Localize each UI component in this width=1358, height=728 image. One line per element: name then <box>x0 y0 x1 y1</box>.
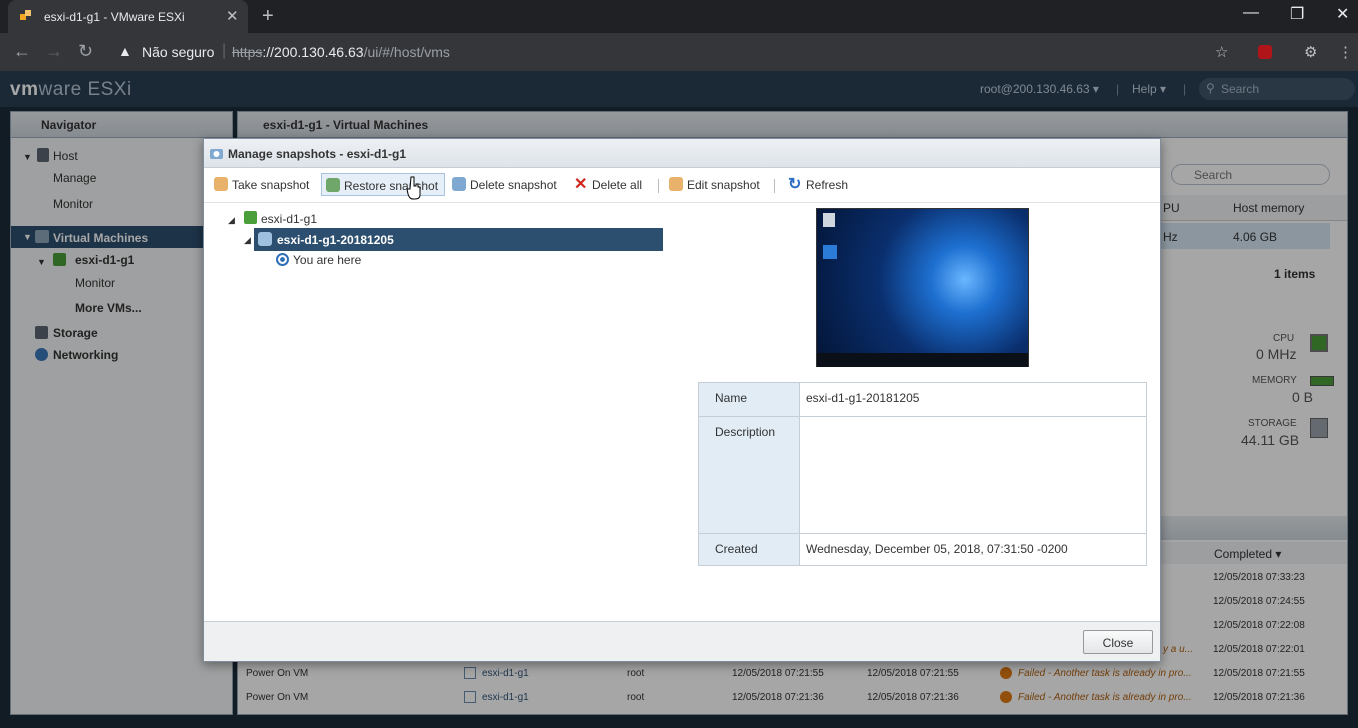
security-status: Não seguro <box>142 44 215 60</box>
name-label: Name <box>699 383 799 417</box>
close-tab-icon[interactable]: ✕ <box>226 7 239 25</box>
vm-powered-icon <box>244 211 257 224</box>
created-value: Wednesday, December 05, 2018, 07:31:50 -… <box>799 534 1146 565</box>
forward-icon[interactable]: → <box>45 41 63 62</box>
chrome-menu-icon[interactable]: ⋮ <box>1338 43 1353 61</box>
reload-icon[interactable]: ↻ <box>78 41 93 62</box>
browser-tab-bar: esxi-d1-g1 - VMware ESXi ✕ + — ❐ ✕ <box>0 0 1358 33</box>
delete-snapshot-button[interactable]: Delete snapshot <box>448 173 563 196</box>
take-snapshot-button[interactable]: Take snapshot <box>210 173 315 196</box>
address-bar[interactable]: ▲ Não seguro | https://200.130.46.63/ui/… <box>110 39 1246 66</box>
delete-all-icon: ✕ <box>574 176 588 193</box>
manage-snapshots-dialog: Manage snapshots - esxi-d1-g1 Take snaps… <box>203 138 1161 662</box>
snapshot-properties: Name esxi-d1-g1-20181205 Description Cre… <box>698 382 1147 566</box>
minimize-icon[interactable]: — <box>1243 4 1259 22</box>
ublock-extension-icon[interactable] <box>1258 45 1272 59</box>
snapshot-icon <box>210 149 223 159</box>
address-divider: | <box>222 42 227 59</box>
bookmark-star-icon[interactable]: ☆ <box>1215 43 1228 61</box>
browser-tab[interactable]: esxi-d1-g1 - VMware ESXi ✕ <box>8 0 248 33</box>
created-label: Created <box>699 534 799 565</box>
warning-icon: ▲ <box>118 43 132 59</box>
refresh-icon: ↻ <box>788 176 802 193</box>
hand-cursor-icon <box>406 176 421 200</box>
url-text: https://200.130.46.63/ui/#/host/vms <box>232 44 450 60</box>
tree-you-are-here[interactable]: You are here <box>293 253 361 267</box>
take-snapshot-icon <box>214 177 228 191</box>
edit-snapshot-icon <box>669 177 683 191</box>
restore-window-icon[interactable]: ❐ <box>1290 4 1304 24</box>
dialog-header: Manage snapshots - esxi-d1-g1 <box>204 139 1160 168</box>
browser-tab-title: esxi-d1-g1 - VMware ESXi <box>44 10 185 24</box>
extension-icon[interactable]: ⚙ <box>1304 43 1317 61</box>
description-value <box>799 417 1146 534</box>
recycle-bin-icon <box>823 213 835 227</box>
name-value: esxi-d1-g1-20181205 <box>799 383 1146 417</box>
toolbar-separator <box>658 179 659 193</box>
new-tab-icon[interactable]: + <box>262 5 274 28</box>
restore-snapshot-button[interactable]: Restore snapshot <box>321 173 446 196</box>
edge-icon <box>823 245 837 259</box>
edit-snapshot-button[interactable]: Edit snapshot <box>665 173 766 196</box>
dialog-title: Manage snapshots - esxi-d1-g1 <box>228 147 407 161</box>
description-label: Description <box>699 417 799 534</box>
delete-snapshot-icon <box>452 177 466 191</box>
back-icon[interactable]: ← <box>13 41 31 62</box>
windows-taskbar <box>817 353 1028 367</box>
close-button[interactable]: Close <box>1083 630 1153 654</box>
tree-root[interactable]: esxi-d1-g1 <box>261 212 317 226</box>
restore-snapshot-icon <box>326 178 340 192</box>
snapshot-node-icon <box>258 232 272 246</box>
vmware-favicon-icon <box>20 10 31 20</box>
delete-all-button[interactable]: ✕ Delete all <box>570 173 648 196</box>
collapse-root-icon[interactable]: ◢ <box>228 215 235 226</box>
snapshot-screenshot-thumbnail <box>816 208 1029 367</box>
close-window-icon[interactable]: ✕ <box>1336 4 1349 24</box>
you-are-here-icon <box>276 253 289 266</box>
tree-snapshot-node[interactable]: esxi-d1-g1-20181205 <box>254 228 663 251</box>
dialog-toolbar: Take snapshot Restore snapshot Delete sn… <box>204 169 1160 203</box>
refresh-button[interactable]: ↻ Refresh <box>784 173 854 196</box>
toolbar-separator <box>774 179 775 193</box>
dialog-footer: Close <box>204 621 1160 661</box>
collapse-snapshot-icon[interactable]: ◢ <box>244 235 251 246</box>
